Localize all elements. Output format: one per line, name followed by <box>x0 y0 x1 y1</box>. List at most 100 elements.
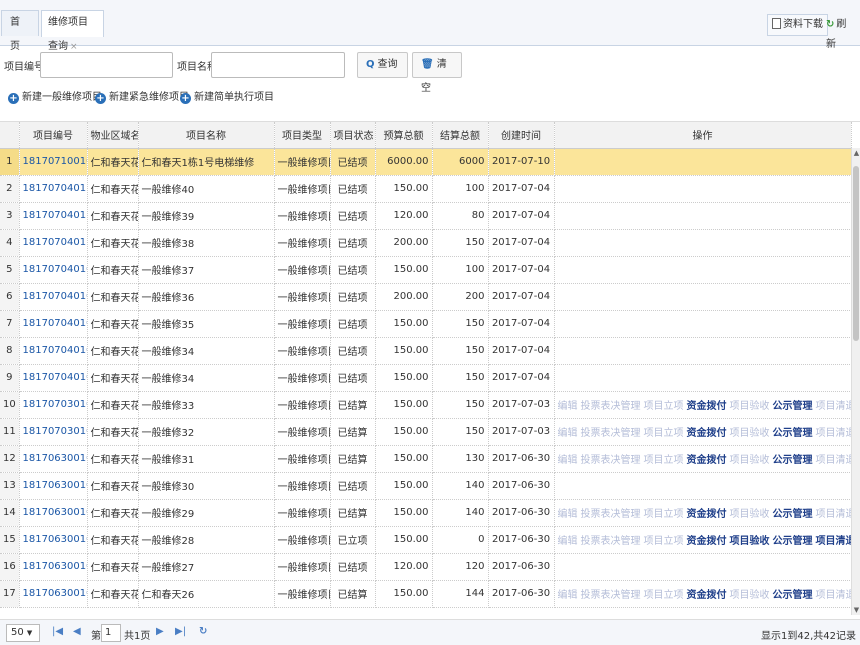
project-code-link[interactable]: 181706300103 <box>19 553 88 581</box>
table-row[interactable]: 16181706300103仁和春天花园一般维修27一般维修项目已结项120.0… <box>0 553 852 581</box>
table-row[interactable]: 13181706300106仁和春天花园一般维修30一般维修项目已结项150.0… <box>0 472 852 500</box>
op-link[interactable]: 编辑 <box>558 428 578 439</box>
op-link[interactable]: 项目立项 <box>644 590 684 601</box>
column-header[interactable]: 物业区域名称 <box>87 122 139 149</box>
op-link[interactable]: 编辑 <box>558 536 578 547</box>
project-code-link[interactable]: 181707040110 <box>19 229 88 257</box>
new-general-button[interactable]: + 新建一般维修项目 <box>8 90 102 106</box>
tab-repair-query[interactable]: 维修项目查询 × <box>41 10 104 52</box>
project-code-link[interactable]: 181707040105 <box>19 283 88 311</box>
op-link[interactable]: 投票表决管理 <box>581 536 641 547</box>
op-link[interactable]: 项目立项 <box>644 401 684 412</box>
scroll-thumb[interactable] <box>853 166 859 341</box>
project-code-input[interactable] <box>40 52 173 78</box>
table-row[interactable]: 15181706300104仁和春天花园一般维修28一般维修项目已立项150.0… <box>0 526 852 554</box>
column-header[interactable]: 创建时间 <box>488 122 555 149</box>
op-link[interactable]: 公示管理 <box>773 509 813 520</box>
table-row[interactable]: 8181707040102仁和春天花园一般维修34一般维修项目已结项150.00… <box>0 337 852 365</box>
op-link[interactable]: 公示管理 <box>773 455 813 466</box>
op-link[interactable]: 编辑 <box>558 401 578 412</box>
op-link[interactable]: 项目验收 <box>730 536 770 547</box>
op-link[interactable]: 公示管理 <box>773 401 813 412</box>
op-link[interactable]: 资金拨付 <box>687 536 727 547</box>
table-row[interactable]: 4181707040110仁和春天花园一般维修38一般维修项目已结项200.00… <box>0 229 852 257</box>
table-row[interactable]: 6181707040105仁和春天花园一般维修36一般维修项目已结项200.00… <box>0 283 852 311</box>
op-link[interactable]: 编辑 <box>558 509 578 520</box>
op-link[interactable]: 项目验收 <box>730 455 770 466</box>
table-row[interactable]: 17181706300102仁和春天花园仁和春天26一般维修项目已结算150.0… <box>0 580 852 608</box>
op-link[interactable]: 资金拨付 <box>687 455 727 466</box>
table-row[interactable]: 12181706300107仁和春天花园一般维修31一般维修项目已结算150.0… <box>0 445 852 473</box>
column-header[interactable]: 操作 <box>554 122 852 149</box>
project-code-link[interactable]: 181706300102 <box>19 580 88 608</box>
project-code-link[interactable]: 181707040112 <box>19 175 88 203</box>
page-number-input[interactable]: 1 <box>101 624 121 642</box>
query-button[interactable]: Q 查询 <box>357 52 408 78</box>
project-code-link[interactable]: 181706300104 <box>19 526 88 554</box>
table-row[interactable]: 9181707040101仁和春天花园一般维修34一般维修项目已结项150.00… <box>0 364 852 392</box>
scroll-up-icon[interactable]: ▲ <box>852 148 860 158</box>
op-link[interactable]: 项目清退 <box>816 536 851 547</box>
op-link[interactable]: 项目立项 <box>644 509 684 520</box>
new-simple-button[interactable]: + 新建简单执行项目 <box>180 90 274 106</box>
scroll-down-icon[interactable]: ▼ <box>852 605 860 615</box>
op-link[interactable]: 项目立项 <box>644 536 684 547</box>
next-page-icon[interactable]: ▶ <box>156 626 164 637</box>
column-header[interactable]: 项目类型 <box>274 122 331 149</box>
project-code-link[interactable]: 181707100109 <box>19 148 88 176</box>
op-link[interactable]: 资金拨付 <box>687 401 727 412</box>
first-page-icon[interactable]: |◀ <box>52 626 63 637</box>
vertical-scrollbar[interactable]: ▲ ▼ <box>851 148 860 615</box>
column-header[interactable]: 结算总额 <box>432 122 489 149</box>
project-code-link[interactable]: 181706300107 <box>19 445 88 473</box>
op-link[interactable]: 项目立项 <box>644 428 684 439</box>
op-link[interactable]: 公示管理 <box>773 428 813 439</box>
project-code-link[interactable]: 181707040111 <box>19 202 88 230</box>
reload-icon[interactable]: ↻ <box>199 626 207 637</box>
column-header[interactable]: 项目状态 <box>330 122 376 149</box>
op-link[interactable]: 投票表决管理 <box>581 509 641 520</box>
column-header[interactable]: 项目名称 <box>138 122 275 149</box>
op-link[interactable]: 项目验收 <box>730 590 770 601</box>
last-page-icon[interactable]: ▶| <box>175 626 186 637</box>
op-link[interactable]: 项目清退 <box>816 401 851 412</box>
project-code-link[interactable]: 181707030101 <box>19 418 88 446</box>
project-code-link[interactable]: 181707040102 <box>19 337 88 365</box>
project-code-link[interactable]: 181707040101 <box>19 364 88 392</box>
op-link[interactable]: 资金拨付 <box>687 590 727 601</box>
op-link[interactable]: 项目验收 <box>730 401 770 412</box>
op-link[interactable]: 编辑 <box>558 455 578 466</box>
close-icon[interactable]: × <box>70 42 78 52</box>
table-row[interactable]: 10181707030102仁和春天花园一般维修33一般维修项目已结算150.0… <box>0 391 852 419</box>
op-link[interactable]: 公示管理 <box>773 590 813 601</box>
op-link[interactable]: 投票表决管理 <box>581 401 641 412</box>
op-link[interactable]: 项目清退 <box>816 428 851 439</box>
table-row[interactable]: 3181707040111仁和春天花园一般维修39一般维修项目已结项120.00… <box>0 202 852 230</box>
op-link[interactable]: 投票表决管理 <box>581 590 641 601</box>
op-link[interactable]: 项目清退 <box>816 509 851 520</box>
table-row[interactable]: 7181707040104仁和春天花园一般维修35一般维修项目已结项150.00… <box>0 310 852 338</box>
op-link[interactable]: 资金拨付 <box>687 509 727 520</box>
table-row[interactable]: 14181706300105仁和春天花园一般维修29一般维修项目已结算150.0… <box>0 499 852 527</box>
page-size-select[interactable]: 50 ▼ <box>6 624 40 642</box>
table-row[interactable]: 5181707040108仁和春天花园一般维修37一般维修项目已结项150.00… <box>0 256 852 284</box>
download-button[interactable]: 资料下载 <box>767 14 828 36</box>
prev-page-icon[interactable]: ◀ <box>73 626 81 637</box>
project-code-link[interactable]: 181707030102 <box>19 391 88 419</box>
project-code-link[interactable]: 181706300106 <box>19 472 88 500</box>
refresh-button[interactable]: ↻ 刷新 <box>821 14 860 50</box>
clear-button[interactable]: 🗑 清空 <box>412 52 462 94</box>
op-link[interactable]: 公示管理 <box>773 536 813 547</box>
tab-home[interactable]: 首 页 <box>1 10 39 52</box>
new-urgent-button[interactable]: + 新建紧急维修项目 <box>95 90 189 106</box>
op-link[interactable]: 编辑 <box>558 590 578 601</box>
project-code-link[interactable]: 181706300105 <box>19 499 88 527</box>
op-link[interactable]: 项目验收 <box>730 509 770 520</box>
table-row[interactable]: 1181707100109仁和春天花园仁和春天1栋1号电梯维修一般维修项目已结项… <box>0 148 852 176</box>
op-link[interactable]: 项目验收 <box>730 428 770 439</box>
project-code-link[interactable]: 181707040104 <box>19 310 88 338</box>
table-row[interactable]: 11181707030101仁和春天花园一般维修32一般维修项目已结算150.0… <box>0 418 852 446</box>
op-link[interactable]: 投票表决管理 <box>581 455 641 466</box>
table-row[interactable]: 2181707040112仁和春天花园一般维修40一般维修项目已结项150.00… <box>0 175 852 203</box>
column-header[interactable]: 项目编号 <box>19 122 88 149</box>
